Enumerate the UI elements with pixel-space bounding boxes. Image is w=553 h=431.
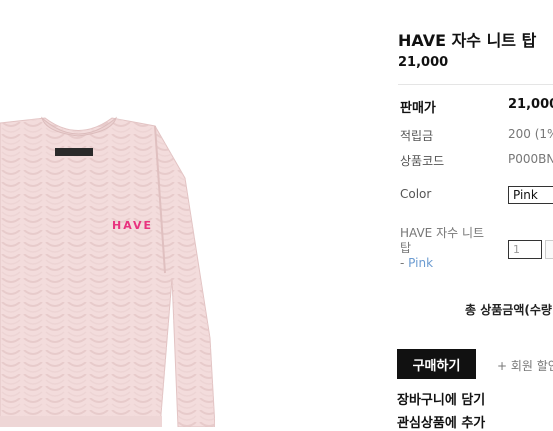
buy-now-button[interactable]: 구매하기 (397, 349, 476, 379)
product-code-label: 상품코드 (400, 154, 445, 168)
product-price: 21,000 (398, 55, 449, 70)
selected-option-color: Pink (408, 256, 434, 270)
selected-option-prefix: - (400, 256, 409, 270)
product-code-value: P000BN (508, 152, 553, 166)
product-title: HAVE 자수 니트 탑 (398, 31, 537, 50)
quantity-stepper[interactable] (545, 240, 553, 259)
points-label: 적립금 (400, 129, 434, 143)
product-info: HAVE 자수 니트 탑 21,000 판매가 21,000 적립금 200 (… (0, 0, 553, 431)
color-select[interactable]: Pink (508, 186, 553, 204)
divider (398, 84, 553, 85)
total-price-label: 총 상품금액(수량 (465, 303, 552, 317)
selected-option-name: HAVE 자수 니트 탑 (400, 226, 485, 255)
add-to-wishlist-button[interactable]: 관심상품에 추가 (397, 412, 485, 431)
sale-price-label: 판매가 (400, 101, 436, 116)
color-select-value: Pink (513, 188, 538, 202)
sale-price-value: 21,000 (508, 97, 553, 112)
add-to-cart-button[interactable]: 장바구니에 담기 (397, 389, 485, 408)
quantity-input[interactable]: 1 (508, 240, 542, 259)
color-option-label: Color (400, 187, 432, 201)
points-value: 200 (1% (508, 127, 553, 141)
selected-option-item: HAVE 자수 니트 탑 - Pink (400, 226, 496, 271)
member-discount-link[interactable]: + 회원 할인 (497, 357, 553, 374)
quantity-value: 1 (513, 243, 520, 256)
